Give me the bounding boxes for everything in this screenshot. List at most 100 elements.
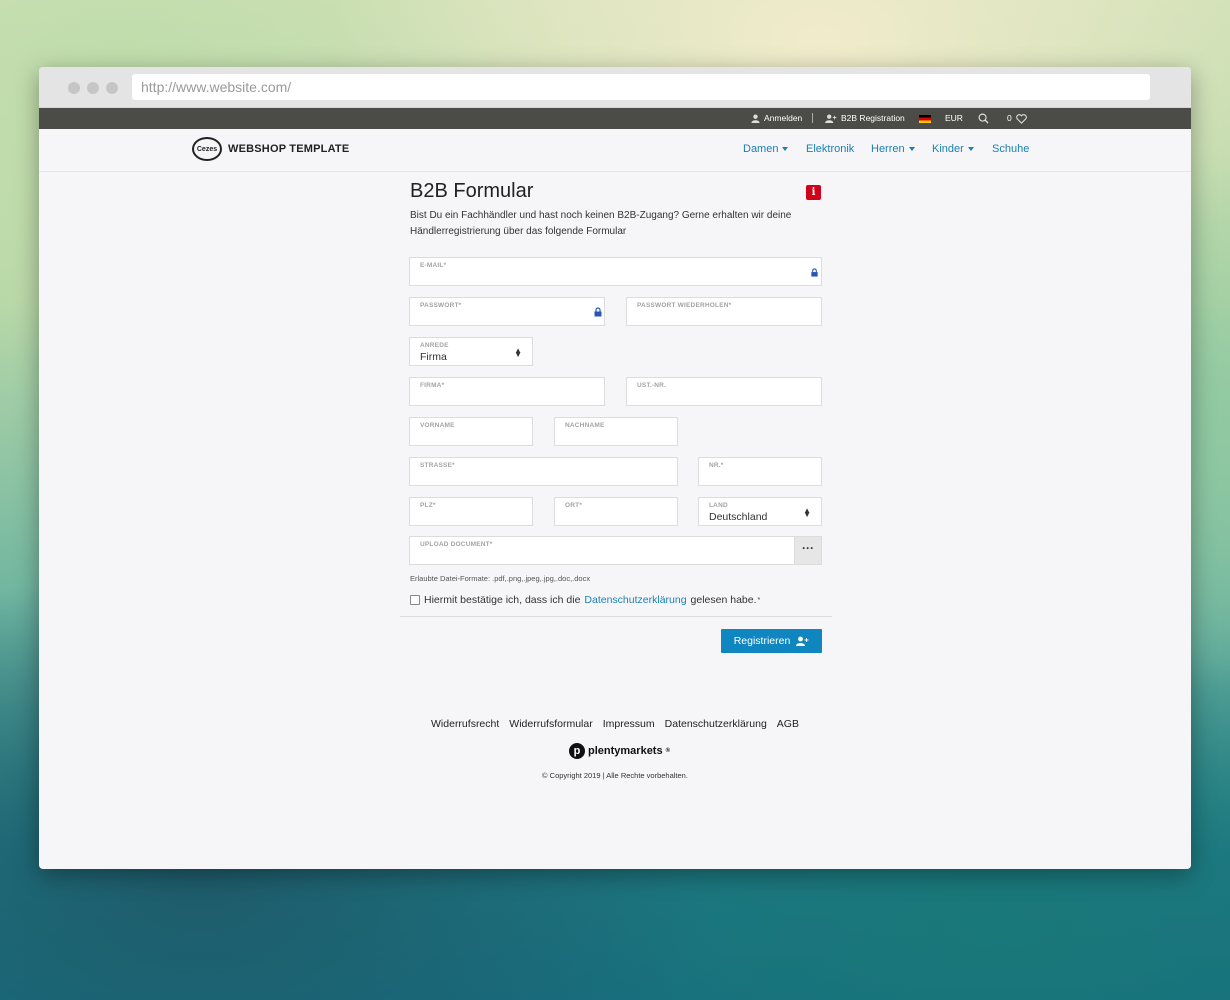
field-label: UST.-NR. xyxy=(637,382,667,389)
logo-text: WEBSHOP TEMPLATE xyxy=(228,143,350,155)
heart-icon xyxy=(1015,113,1027,124)
user-icon xyxy=(751,114,760,123)
login-link[interactable]: Anmelden xyxy=(751,108,802,129)
company-field[interactable]: FIRMA* xyxy=(409,377,605,406)
nav-item-label: Schuhe xyxy=(992,143,1030,155)
b2b-registration-link[interactable]: B2B Registration xyxy=(825,108,905,129)
lastname-field[interactable]: NACHNAME xyxy=(554,417,678,446)
sort-icon: ▲ ▼ xyxy=(514,346,522,359)
nav-item-herren[interactable]: Herren xyxy=(871,143,915,155)
field-label: ANREDE xyxy=(420,342,449,349)
email-field[interactable]: E-MAIL* xyxy=(409,257,822,286)
password-field[interactable]: PASSWORT* xyxy=(409,297,605,326)
city-field[interactable]: ORT* xyxy=(554,497,678,526)
field-label: VORNAME xyxy=(420,422,455,429)
required-mark: * xyxy=(757,596,761,604)
field-label: PLZ* xyxy=(420,502,436,509)
info-icon[interactable]: i xyxy=(806,185,821,200)
intro-text: Bist Du ein Fachhändler und hast noch ke… xyxy=(410,210,792,237)
footer-link-widerrufsrecht[interactable]: Widerrufsrecht xyxy=(431,718,499,730)
wishlist-button[interactable]: 0 xyxy=(1007,108,1027,129)
topbar-separator xyxy=(812,113,813,123)
plentymarkets-icon: p xyxy=(569,743,585,759)
nav-item-damen[interactable]: Damen xyxy=(743,143,789,155)
privacy-policy-link[interactable]: Datenschutzerklärung xyxy=(584,594,686,606)
upload-document-field[interactable]: UPLOAD DOCUMENT* ··· xyxy=(409,536,822,565)
field-label: E-MAIL* xyxy=(420,262,447,269)
house-number-field[interactable]: NR.* xyxy=(698,457,822,486)
zip-field[interactable]: PLZ* xyxy=(409,497,533,526)
registered-mark: ® xyxy=(665,748,671,754)
field-label: NR.* xyxy=(709,462,724,469)
field-label: PASSWORT WIEDERHOLEN* xyxy=(637,302,732,309)
browser-window: http://www.website.com/ Anmelden B2B Reg… xyxy=(39,67,1191,869)
salutation-select[interactable]: ANREDE Firma ▲ ▼ xyxy=(409,337,533,366)
nav-item-label: Kinder xyxy=(932,143,964,155)
user-plus-icon xyxy=(825,114,837,123)
country-select[interactable]: LAND Deutschland ▲ ▼ xyxy=(698,497,822,526)
field-label: STRASSE* xyxy=(420,462,455,469)
language-selector[interactable] xyxy=(919,108,931,129)
search-icon xyxy=(978,113,989,124)
window-minimize-dot[interactable] xyxy=(87,82,99,94)
street-field[interactable]: STRASSE* xyxy=(409,457,678,486)
nav-item-elektronik[interactable]: Elektronik xyxy=(806,143,854,155)
browser-chrome: http://www.website.com/ xyxy=(39,67,1191,108)
copyright-text: © Copyright 2019 | Alle Rechte vorbehalt… xyxy=(542,771,688,780)
user-plus-icon xyxy=(796,636,809,646)
field-label: ORT* xyxy=(565,502,583,509)
form-divider xyxy=(400,616,832,617)
footer-link-agb[interactable]: AGB xyxy=(777,718,799,730)
b2b-registration-label: B2B Registration xyxy=(841,113,905,123)
caret-down-icon xyxy=(967,147,974,151)
nav-item-label: Elektronik xyxy=(806,143,855,155)
currency-label: EUR xyxy=(945,113,963,123)
privacy-text-prefix: Hiermit bestätige ich, dass ich die xyxy=(424,594,581,606)
firstname-field[interactable]: VORNAME xyxy=(409,417,533,446)
password-repeat-field[interactable]: PASSWORT WIEDERHOLEN* xyxy=(626,297,822,326)
footer-link-widerrufsformular[interactable]: Widerrufsformular xyxy=(509,718,592,730)
allowed-formats-hint: Erlaubte Datei-Formate: .pdf,.png,.jpeg,… xyxy=(410,574,591,583)
lock-icon xyxy=(811,268,818,277)
plentymarkets-logo[interactable]: p plentymarkets ® xyxy=(569,743,670,759)
currency-selector[interactable]: EUR xyxy=(945,108,963,129)
search-button[interactable] xyxy=(978,108,989,129)
register-button[interactable]: Registrieren xyxy=(721,629,822,653)
page-title: B2B Formular xyxy=(410,180,534,202)
caret-down-icon xyxy=(908,147,915,151)
nav-item-kinder[interactable]: Kinder xyxy=(932,143,974,155)
selected-value: Deutschland xyxy=(709,511,768,523)
field-label: PASSWORT* xyxy=(420,302,462,309)
window-maximize-dot[interactable] xyxy=(106,82,118,94)
nav-item-schuhe[interactable]: Schuhe xyxy=(992,143,1029,155)
browse-button[interactable]: ··· xyxy=(794,536,822,565)
nav-item-label: Herren xyxy=(871,143,905,155)
wishlist-count: 0 xyxy=(1007,113,1012,123)
login-label: Anmelden xyxy=(764,113,803,123)
privacy-consent: Hiermit bestätige ich, dass ich die Date… xyxy=(410,594,760,606)
caret-down-icon xyxy=(782,147,789,151)
privacy-checkbox[interactable] xyxy=(410,595,420,605)
footer-links: Widerrufsrecht Widerrufsformular Impress… xyxy=(39,718,1191,730)
password-manager-icon xyxy=(594,307,602,317)
german-flag-icon xyxy=(919,114,931,123)
window-close-dot[interactable] xyxy=(68,82,80,94)
field-label: LAND xyxy=(709,502,728,509)
footer-link-datenschutz[interactable]: Datenschutzerklärung xyxy=(665,718,767,730)
sort-icon: ▲ ▼ xyxy=(803,506,811,519)
main-navigation: Cezes WEBSHOP TEMPLATE Damen Elektronik … xyxy=(39,129,1191,172)
field-label: NACHNAME xyxy=(565,422,605,429)
plentymarkets-wordmark: plentymarkets xyxy=(588,745,663,757)
register-label: Registrieren xyxy=(733,635,791,647)
field-label: UPLOAD DOCUMENT* xyxy=(420,541,493,548)
address-bar[interactable]: http://www.website.com/ xyxy=(132,74,1150,100)
nav-item-label: Damen xyxy=(743,143,779,155)
selected-value: Firma xyxy=(420,351,447,363)
shop-logo[interactable]: Cezes WEBSHOP TEMPLATE xyxy=(192,137,349,161)
vat-field[interactable]: UST.-NR. xyxy=(626,377,822,406)
field-label: FIRMA* xyxy=(420,382,445,389)
top-bar: Anmelden B2B Registration EUR 0 xyxy=(39,108,1191,129)
footer-link-impressum[interactable]: Impressum xyxy=(603,718,655,730)
logo-mark: Cezes xyxy=(192,137,222,161)
privacy-text-suffix: gelesen habe. xyxy=(690,594,757,606)
